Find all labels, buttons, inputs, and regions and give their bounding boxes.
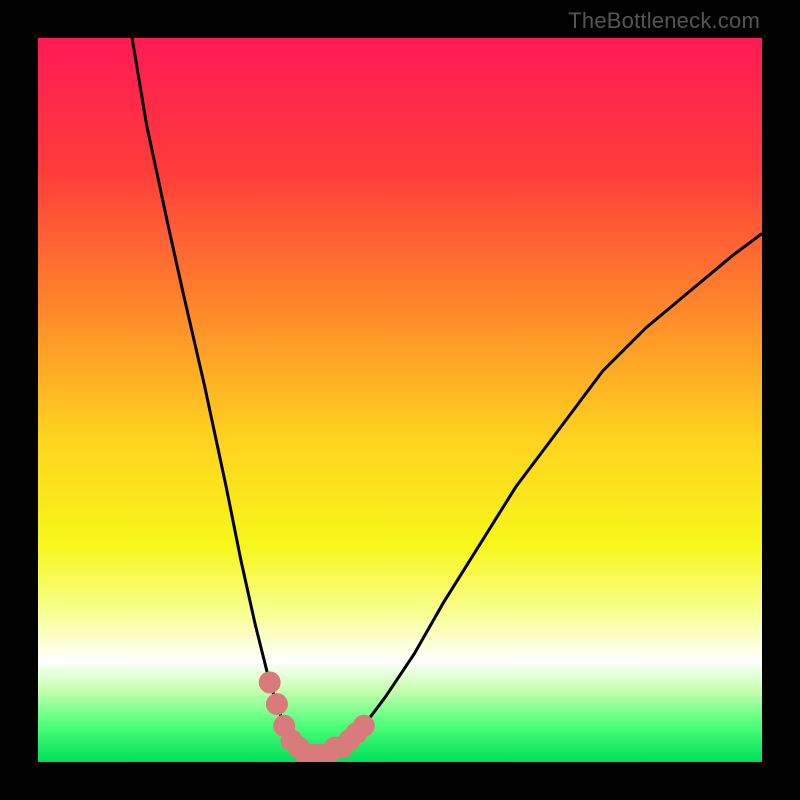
watermark-text: TheBottleneck.com — [568, 8, 760, 34]
chart-frame: TheBottleneck.com — [0, 0, 800, 800]
plot-area — [38, 38, 762, 762]
highlight-marker — [353, 715, 375, 737]
highlight-marker — [259, 671, 281, 693]
chart-background — [38, 38, 762, 762]
highlight-marker — [266, 693, 288, 715]
chart-svg — [38, 38, 762, 762]
